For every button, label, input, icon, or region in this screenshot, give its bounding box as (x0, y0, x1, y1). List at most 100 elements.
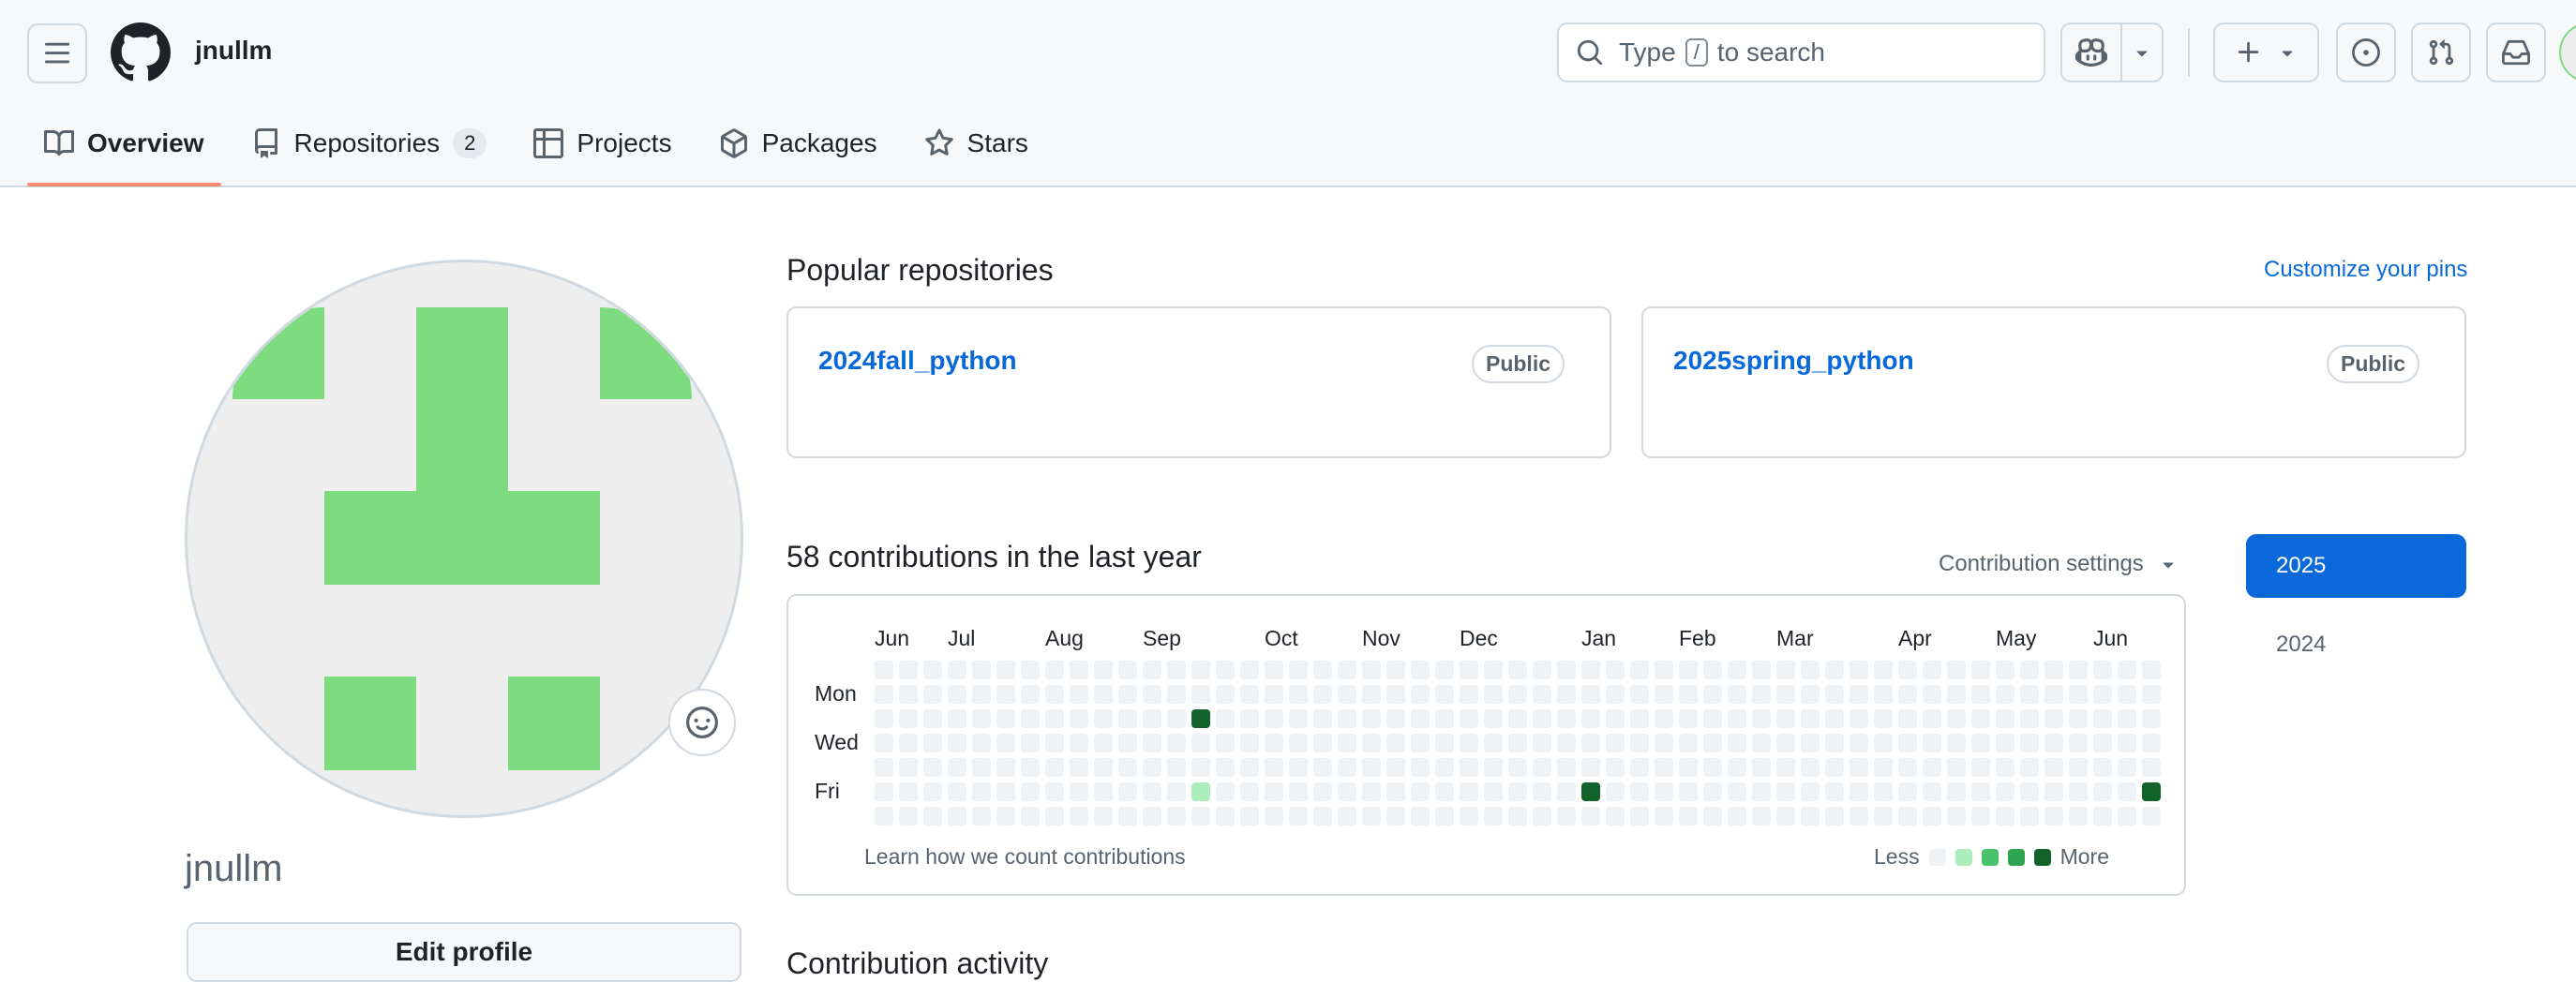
contribution-day[interactable] (1850, 661, 1868, 679)
contribution-day[interactable] (1435, 685, 1454, 704)
contribution-day[interactable] (2118, 782, 2136, 801)
tab-repositories[interactable]: Repositories 2 (234, 112, 504, 174)
contribution-day[interactable] (1265, 734, 1283, 752)
contribution-day[interactable] (1971, 661, 1990, 679)
contribution-day[interactable] (1435, 758, 1454, 777)
contribution-day[interactable] (1679, 758, 1698, 777)
contribution-day[interactable] (1094, 685, 1113, 704)
contribution-day[interactable] (1435, 782, 1454, 801)
contribution-day[interactable] (1143, 758, 1161, 777)
contribution-day[interactable] (1996, 709, 2014, 728)
contribution-day[interactable] (1021, 734, 1040, 752)
contribution-day[interactable] (1630, 734, 1649, 752)
contribution-day[interactable] (1606, 661, 1625, 679)
contribution-day[interactable] (1776, 782, 1795, 801)
contribution-day[interactable] (1118, 758, 1137, 777)
contribution-day[interactable] (1289, 685, 1308, 704)
contribution-day[interactable] (1533, 661, 1551, 679)
contribution-day[interactable] (1655, 685, 1673, 704)
tab-projects[interactable]: Projects (517, 112, 688, 174)
contribution-day[interactable] (1460, 734, 1478, 752)
contribution-day[interactable] (1947, 734, 1966, 752)
contribution-day[interactable] (972, 782, 991, 801)
contribution-day[interactable] (996, 734, 1015, 752)
year-filter-2024[interactable]: 2024 (2246, 613, 2466, 677)
contribution-day[interactable] (2020, 661, 2039, 679)
contribution-day[interactable] (1898, 807, 1917, 826)
issues-button[interactable] (2336, 22, 2396, 82)
contribution-day[interactable] (923, 685, 942, 704)
contribution-day[interactable] (2044, 709, 2063, 728)
contribution-day[interactable] (1167, 734, 1186, 752)
contribution-day[interactable] (2044, 807, 2063, 826)
contribution-day[interactable] (1898, 661, 1917, 679)
copilot-dropdown-button[interactable] (2122, 24, 2162, 81)
contribution-day[interactable] (1825, 734, 1844, 752)
contribution-day[interactable] (1386, 661, 1405, 679)
contribution-day[interactable] (1679, 685, 1698, 704)
contribution-day[interactable] (1313, 758, 1332, 777)
contribution-day[interactable] (1923, 758, 1941, 777)
contribution-day[interactable] (1801, 782, 1820, 801)
contribution-day[interactable] (2020, 758, 2039, 777)
contribution-day[interactable] (1996, 685, 2014, 704)
contribution-day[interactable] (1240, 807, 1259, 826)
contribution-day[interactable] (2118, 661, 2136, 679)
contribution-day[interactable] (1313, 709, 1332, 728)
contribution-day[interactable] (1947, 807, 1966, 826)
contribution-day[interactable] (875, 782, 893, 801)
contribution-day[interactable] (1923, 661, 1941, 679)
contribution-day[interactable] (1971, 782, 1990, 801)
contribution-day[interactable] (1289, 782, 1308, 801)
contribution-day[interactable] (1411, 734, 1430, 752)
contribution-day[interactable] (1289, 758, 1308, 777)
contribution-day[interactable] (1143, 685, 1161, 704)
contribution-day[interactable] (1289, 807, 1308, 826)
contribution-day[interactable] (1874, 758, 1893, 777)
contribution-day[interactable] (1898, 782, 1917, 801)
contribution-day[interactable] (1045, 758, 1064, 777)
contribution-day[interactable] (2069, 807, 2088, 826)
contribution-day[interactable] (1679, 807, 1698, 826)
contribution-day[interactable] (1045, 782, 1064, 801)
contribution-day[interactable] (2020, 807, 2039, 826)
contribution-day[interactable] (1557, 807, 1576, 826)
github-mark-icon[interactable] (111, 22, 171, 82)
contribution-day[interactable] (1362, 661, 1381, 679)
contribution-day[interactable] (1338, 807, 1356, 826)
contribution-day[interactable] (1703, 734, 1722, 752)
contribution-day[interactable] (1703, 685, 1722, 704)
edit-profile-button[interactable]: Edit profile (187, 922, 741, 982)
contribution-day[interactable] (1752, 685, 1771, 704)
contribution-day[interactable] (1801, 734, 1820, 752)
contribution-day[interactable] (1191, 734, 1210, 752)
contribution-day[interactable] (1971, 807, 1990, 826)
contribution-day[interactable] (1825, 758, 1844, 777)
contribution-day[interactable] (948, 661, 966, 679)
contribution-day[interactable] (1338, 734, 1356, 752)
contribution-day[interactable] (1996, 807, 2014, 826)
contribution-day[interactable] (972, 685, 991, 704)
contribution-day[interactable] (1289, 709, 1308, 728)
contribution-day[interactable] (1045, 734, 1064, 752)
contribution-day[interactable] (1362, 709, 1381, 728)
contribution-day[interactable] (948, 685, 966, 704)
contribution-day[interactable] (948, 782, 966, 801)
contribution-day[interactable] (1825, 685, 1844, 704)
contribution-day[interactable] (1435, 734, 1454, 752)
contribution-day[interactable] (1874, 782, 1893, 801)
contribution-day[interactable] (1850, 782, 1868, 801)
contribution-day[interactable] (2020, 782, 2039, 801)
contribution-day[interactable] (1630, 661, 1649, 679)
contribution-day[interactable] (1460, 685, 1478, 704)
contribution-day[interactable] (1484, 734, 1503, 752)
tab-overview[interactable]: Overview (27, 112, 221, 186)
contribution-day[interactable] (2142, 661, 2161, 679)
contribution-day[interactable] (1386, 782, 1405, 801)
contribution-day[interactable] (1581, 734, 1600, 752)
contribution-day[interactable] (972, 807, 991, 826)
contribution-day[interactable] (1216, 734, 1235, 752)
contribution-day[interactable] (2093, 709, 2112, 728)
contribution-day[interactable] (1679, 782, 1698, 801)
contribution-day[interactable] (1996, 734, 2014, 752)
